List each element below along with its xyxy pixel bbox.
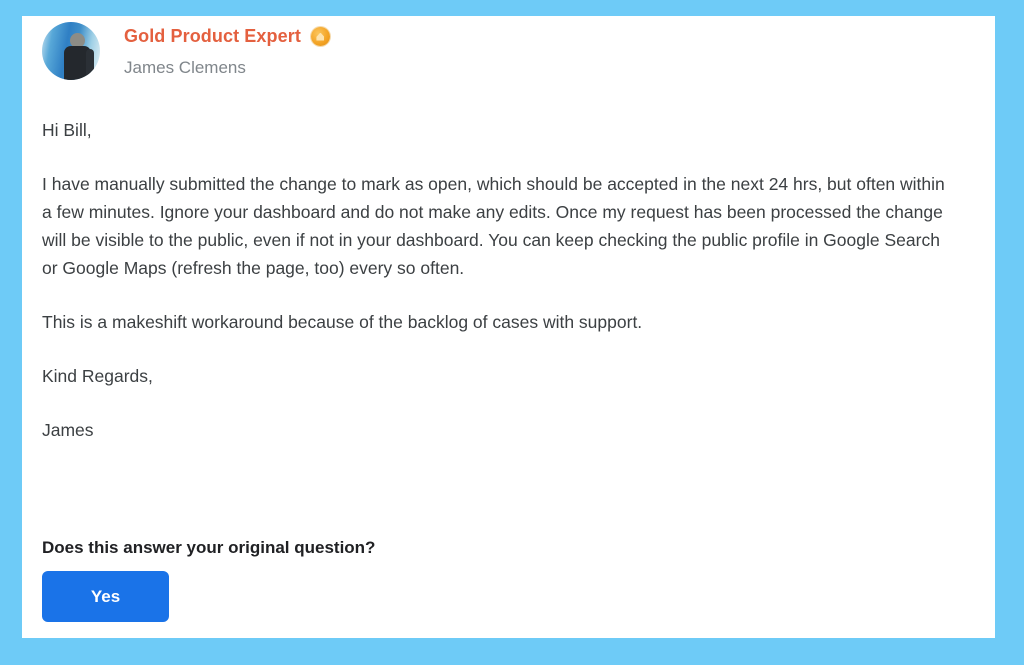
- author-info: Gold Product Expert James Clemens: [124, 25, 330, 78]
- message-greeting: Hi Bill,: [42, 120, 92, 140]
- feedback-question: Does this answer your original question?: [42, 538, 376, 557]
- avatar-arm-shape: [86, 48, 94, 77]
- expert-title-row: Gold Product Expert: [124, 25, 330, 49]
- message-signature: James: [42, 420, 94, 440]
- author-name-label: James Clemens: [124, 57, 246, 77]
- message-paragraph: This is a makeshift workaround because o…: [42, 312, 643, 332]
- yes-button[interactable]: Yes: [42, 571, 169, 622]
- gold-badge-icon: [310, 27, 330, 46]
- blue-frame-background: Gold Product Expert James Clemens Hi Bil…: [0, 0, 1024, 665]
- author-header: Gold Product Expert James Clemens: [42, 22, 330, 80]
- avatar: [42, 22, 100, 80]
- message-paragraph: I have manually submitted the change to …: [42, 174, 945, 278]
- message-body: Hi Bill, I have manually submitted the c…: [42, 116, 957, 444]
- expert-title-label: Gold Product Expert: [124, 26, 301, 46]
- message-closing: Kind Regards,: [42, 366, 153, 386]
- answer-card: Gold Product Expert James Clemens Hi Bil…: [22, 16, 995, 638]
